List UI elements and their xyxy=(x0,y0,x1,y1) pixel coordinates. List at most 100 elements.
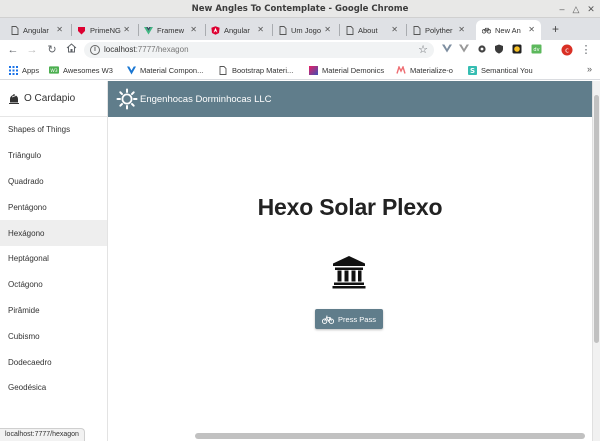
tab-angular-1[interactable]: Angular ✕ xyxy=(4,20,69,40)
reload-icon[interactable]: ↻ xyxy=(45,43,59,57)
svg-text:dv: dv xyxy=(533,47,539,53)
tab-primeng[interactable]: PrimeNG ✕ xyxy=(71,20,136,40)
sidebar-item-heptagonal[interactable]: Heptágonal xyxy=(0,246,107,272)
app-header: Engenhocas Dorminhocas LLC xyxy=(108,81,592,117)
tab-strip: Angular ✕ PrimeNG ✕ Framew ✕ Angular ✕ U… xyxy=(0,18,600,40)
sidebar-item-triangulo[interactable]: Triângulo xyxy=(0,143,107,169)
sidebar-item-shapes-of-things[interactable]: Shapes of Things xyxy=(0,117,107,143)
restaurant-menu-icon xyxy=(9,93,19,104)
info-icon[interactable]: i xyxy=(90,45,100,55)
tab-polyther[interactable]: Polyther ✕ xyxy=(406,20,471,40)
bookmark-awesomes-w3[interactable]: W3 Awesomes W3 xyxy=(49,64,113,76)
apps-grid-icon xyxy=(8,65,18,75)
bookmark-label: Awesomes W3 xyxy=(63,65,113,75)
close-tab-icon[interactable]: ✕ xyxy=(391,25,398,34)
sidebar-item-dodecaedro[interactable]: Dodecaedro xyxy=(0,349,107,375)
vertical-scrollbar[interactable] xyxy=(592,81,600,441)
bookmark-material-demonics[interactable]: Material Demonics xyxy=(308,64,384,76)
minimize-icon[interactable]: – xyxy=(556,3,568,15)
document-icon xyxy=(278,25,287,35)
materialize-m-icon xyxy=(396,65,406,75)
tab-framework[interactable]: Framew ✕ xyxy=(138,20,203,40)
menu-kebab-icon[interactable]: ⋮ xyxy=(580,44,592,56)
window-titlebar: New Angles To Contemplate - Google Chrom… xyxy=(0,0,600,18)
home-icon[interactable] xyxy=(64,43,78,57)
scrollbar-thumb[interactable] xyxy=(594,95,599,343)
address-bar[interactable]: i localhost:7777/hexagon ☆ xyxy=(84,42,434,58)
profile-avatar[interactable]: c xyxy=(561,44,573,56)
extension-shield-icon[interactable] xyxy=(493,44,505,56)
horizontal-scrollbar-thumb[interactable] xyxy=(195,433,585,439)
svg-text:S: S xyxy=(469,67,474,75)
maximize-icon[interactable]: △ xyxy=(570,3,582,15)
bookmarks-overflow-icon[interactable]: » xyxy=(587,64,592,74)
bookmark-label: Material Demonics xyxy=(322,65,385,75)
sidebar-item-piramide[interactable]: Pirâmide xyxy=(0,298,107,324)
close-tab-icon[interactable]: ✕ xyxy=(458,25,465,34)
angular-a-icon xyxy=(211,25,220,35)
primeng-shield-icon xyxy=(77,26,86,35)
close-tab-icon[interactable]: ✕ xyxy=(257,25,264,34)
tab-label: Angular xyxy=(224,25,250,35)
bookmark-materialize[interactable]: Materialize-o xyxy=(396,64,453,76)
sidebar-nav: O Cardapio Shapes of Things Triângulo Qu… xyxy=(0,81,108,441)
extension-green-icon[interactable]: dv xyxy=(530,44,542,56)
sidebar-item-hexagono[interactable]: Hexágono xyxy=(0,220,107,246)
bookmark-bootstrap-material[interactable]: Bootstrap Materi... xyxy=(218,64,293,76)
tab-um-jogo[interactable]: Um Jogo ✕ xyxy=(272,20,337,40)
svg-text:c: c xyxy=(565,47,569,55)
material-v-icon xyxy=(126,65,136,75)
bicycle-icon xyxy=(482,26,491,35)
tab-angular-2[interactable]: Angular ✕ xyxy=(205,20,270,40)
extension-yellow-icon[interactable] xyxy=(511,44,523,56)
close-tab-icon[interactable]: ✕ xyxy=(123,25,130,34)
close-tab-icon[interactable]: ✕ xyxy=(190,25,197,34)
back-arrow-icon[interactable]: ← xyxy=(6,43,20,57)
bookmark-label: Materialize-o xyxy=(410,65,453,75)
extension-gear-icon[interactable] xyxy=(476,44,488,56)
sidebar-title: O Cardapio xyxy=(24,93,76,104)
gradient-square-icon xyxy=(308,65,318,75)
close-tab-icon[interactable]: ✕ xyxy=(528,25,535,34)
browser-toolbar: ← → ↻ i localhost:7777/hexagon ☆ dv c ⋮ xyxy=(0,40,600,60)
sidebar-item-cubismo[interactable]: Cubismo xyxy=(0,323,107,349)
sidebar-list: Shapes of Things Triângulo Quadrado Pent… xyxy=(0,117,107,401)
status-bubble: localhost:7777/hexagon xyxy=(0,428,85,441)
close-tab-icon[interactable]: ✕ xyxy=(56,25,63,34)
sidebar-item-octagono[interactable]: Octágono xyxy=(0,272,107,298)
tab-new-angles[interactable]: New An ✕ xyxy=(476,20,541,40)
close-tab-icon[interactable]: ✕ xyxy=(324,25,331,34)
bookmark-label: Material Compon... xyxy=(140,65,204,75)
bookmark-semantical-you[interactable]: S Semantical You xyxy=(467,64,533,76)
document-icon xyxy=(10,25,19,35)
tab-label: Angular xyxy=(23,25,49,35)
semantic-s-icon: S xyxy=(467,65,477,75)
document-icon xyxy=(218,65,228,75)
extension-v-icon[interactable] xyxy=(458,44,470,56)
bicycle-icon xyxy=(322,315,335,324)
press-pass-button[interactable]: Press Pass xyxy=(315,309,383,329)
tab-label: New An xyxy=(495,25,521,35)
bookmark-star-icon[interactable]: ☆ xyxy=(418,43,428,56)
sidebar-item-pentagono[interactable]: Pentágono xyxy=(0,194,107,220)
app-title: Engenhocas Dorminhocas LLC xyxy=(140,93,272,105)
forward-arrow-icon[interactable]: → xyxy=(25,43,39,57)
bookmark-apps[interactable]: Apps xyxy=(8,64,39,76)
document-icon xyxy=(412,25,421,35)
bookmark-label: Semantical You xyxy=(481,65,533,75)
sidebar-item-geodesica[interactable]: Geodésica xyxy=(0,375,107,401)
main-content: Hexo Solar Plexo Press Pass xyxy=(108,117,592,441)
bank-icon xyxy=(332,256,366,289)
vue-v-icon xyxy=(144,26,153,35)
new-tab-button[interactable]: + xyxy=(552,22,559,36)
sidebar-item-quadrado[interactable]: Quadrado xyxy=(0,169,107,195)
press-pass-label: Press Pass xyxy=(338,314,376,324)
sidebar-header: O Cardapio xyxy=(0,81,107,117)
extension-vue-devtools-icon[interactable] xyxy=(441,44,453,56)
page-title: Hexo Solar Plexo xyxy=(257,194,443,220)
close-window-icon[interactable]: ✕ xyxy=(585,3,597,15)
tab-about[interactable]: About ✕ xyxy=(339,20,404,40)
w3-icon: W3 xyxy=(49,65,59,75)
bookmark-material-components[interactable]: Material Compon... xyxy=(126,64,203,76)
tab-label: Um Jogo xyxy=(291,25,322,35)
